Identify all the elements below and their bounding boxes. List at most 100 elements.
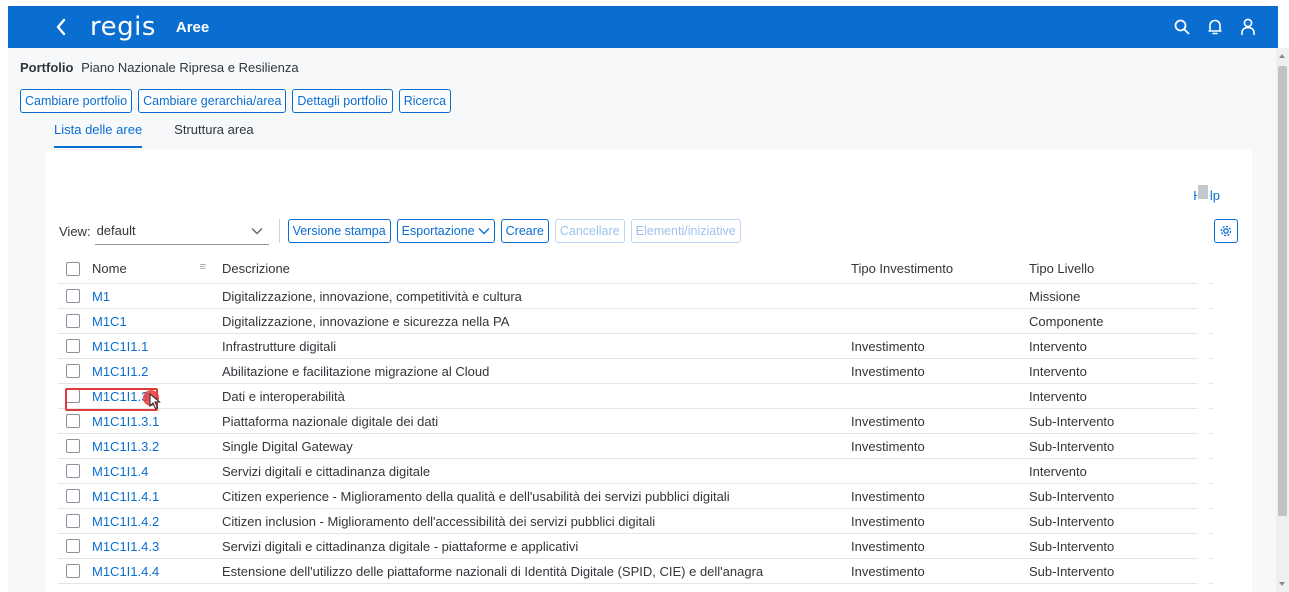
row-tipo-livello: Sub-Intervento <box>1029 538 1115 554</box>
row-checkbox[interactable] <box>66 564 80 578</box>
row-nome-link[interactable]: M1C1I1.4.2 <box>92 514 222 529</box>
areas-table: Nome ≡ Descrizione Tipo Investimento Tip… <box>58 254 1213 584</box>
chevron-down-icon <box>478 228 490 235</box>
view-select[interactable]: default <box>94 217 269 245</box>
table-row[interactable]: M1C1I1.3.2 Single Digital Gateway Investi… <box>58 434 1213 459</box>
page-scrollbar[interactable] <box>1276 48 1289 592</box>
page-title: Aree <box>175 18 210 36</box>
row-nome-link[interactable]: M1C1I1.3.2 <box>92 439 222 454</box>
export-menu-button[interactable]: Esportazione <box>396 219 495 243</box>
row-nome-link[interactable]: M1C1I1.4.4 <box>92 564 222 579</box>
row-tipo-investimento: Investimento <box>851 488 925 504</box>
create-button[interactable]: Creare <box>500 219 549 243</box>
search-button[interactable] <box>1165 6 1198 48</box>
row-nome-link[interactable]: M1C1I1.4.1 <box>92 489 222 504</box>
elements-initiatives-button[interactable]: Elementi/iniziative <box>630 219 741 243</box>
row-descrizione: Servizi digitali e cittadinanza digitale… <box>222 538 579 554</box>
column-header-nome[interactable]: Nome ≡ <box>92 261 222 276</box>
portfolio-line: Portfolio Piano Nazionale Ripresa e Resi… <box>20 60 299 75</box>
table-row[interactable]: M1C1I1.4.1 Citizen experience - Miglioram… <box>58 484 1213 509</box>
tab-area-structure[interactable]: Struttura area <box>174 122 254 148</box>
select-all-checkbox[interactable] <box>66 261 80 276</box>
bell-icon <box>1208 19 1221 35</box>
table-scrollbar-thumb[interactable] <box>1198 185 1208 199</box>
table-row[interactable]: M1C1I1.4 Servizi digitali e cittadinanza … <box>58 459 1213 484</box>
table-row[interactable]: M1C1I1.3 Dati e interoperabilità Intervent… <box>58 384 1213 409</box>
row-checkbox[interactable] <box>66 514 80 528</box>
row-descrizione: Piattaforma nazionale digitale dei dati <box>222 413 439 429</box>
row-tipo-investimento: Investimento <box>851 563 925 579</box>
change-portfolio-button[interactable]: Cambiare portfolio <box>20 89 133 113</box>
table-row[interactable]: M1C1I1.4.3 Servizi digitali e cittadinanz… <box>58 534 1213 559</box>
row-tipo-investimento: Investimento <box>851 538 925 554</box>
column-header-tipo-livello[interactable]: Tipo Livello <box>1029 261 1179 276</box>
row-nome-link[interactable]: M1C1I1.1 <box>92 339 222 354</box>
scroll-down-arrow-icon[interactable] <box>1279 582 1285 586</box>
shell-bar: regis Aree <box>8 6 1278 48</box>
row-descrizione: Digitalizzazione, innovazione, competiti… <box>222 288 522 304</box>
row-tipo-livello: Sub-Intervento <box>1029 513 1115 529</box>
row-descrizione: Estensione dell'utilizzo delle piattafor… <box>222 563 764 579</box>
notifications-button[interactable] <box>1198 6 1231 48</box>
row-nome-link[interactable]: M1C1I1.2 <box>92 364 222 379</box>
row-nome-link[interactable]: M1C1I1.4.3 <box>92 539 222 554</box>
row-nome-link[interactable]: M1 <box>92 289 222 304</box>
app-logo[interactable]: regis <box>90 12 156 42</box>
column-header-descrizione[interactable]: Descrizione <box>222 261 851 276</box>
column-header-nome-label: Nome <box>92 261 127 276</box>
view-label: View: <box>59 223 91 239</box>
row-descrizione: Citizen inclusion - Miglioramento dell'a… <box>222 513 656 529</box>
row-tipo-livello: Missione <box>1029 288 1081 304</box>
row-checkbox[interactable] <box>66 364 80 378</box>
column-menu-icon[interactable]: ≡ <box>200 261 206 276</box>
areas-card: Help View: default Versione stampa Espor… <box>46 150 1252 592</box>
portfolio-details-button[interactable]: Dettagli portfolio <box>292 89 393 113</box>
row-checkbox[interactable] <box>66 414 80 428</box>
row-tipo-investimento: Investimento <box>851 413 925 429</box>
row-tipo-investimento: Investimento <box>851 338 925 354</box>
table-settings-button[interactable] <box>1214 219 1238 243</box>
table-row[interactable]: M1C1I1.1 Infrastrutture digitali Investime… <box>58 334 1213 359</box>
row-tipo-livello: Sub-Intervento <box>1029 563 1115 579</box>
column-header-tipo-investimento[interactable]: Tipo Investimento <box>851 261 1029 276</box>
row-checkbox[interactable] <box>66 439 80 453</box>
delete-button[interactable]: Cancellare <box>554 219 625 243</box>
change-hierarchy-button[interactable]: Cambiare gerarchia/area <box>138 89 287 113</box>
row-nome-link[interactable]: M1C1 <box>92 314 222 329</box>
row-tipo-investimento: Investimento <box>851 513 925 529</box>
table-row[interactable]: M1C1I1.4.2 Citizen inclusion - Migliorame… <box>58 509 1213 534</box>
row-checkbox[interactable] <box>66 314 80 328</box>
row-nome-link[interactable]: M1C1I1.4 <box>92 464 222 479</box>
row-tipo-investimento: Investimento <box>851 438 925 454</box>
row-descrizione: Servizi digitali e cittadinanza digitale <box>222 463 431 479</box>
tab-area-list[interactable]: Lista delle aree <box>54 122 143 148</box>
row-tipo-livello: Sub-Intervento <box>1029 413 1115 429</box>
row-nome-link[interactable]: M1C1I1.3.1 <box>92 414 222 429</box>
row-checkbox[interactable] <box>66 489 80 503</box>
row-checkbox[interactable] <box>66 464 80 478</box>
print-version-button[interactable]: Versione stampa <box>287 219 391 243</box>
search-button-text[interactable]: Ricerca <box>398 89 452 113</box>
row-tipo-investimento: Investimento <box>851 363 925 379</box>
row-tipo-livello: Sub-Intervento <box>1029 438 1115 454</box>
table-toolbar: View: default Versione stampa Esportazio… <box>58 216 1238 246</box>
table-row[interactable]: M1C1I1.2 Abilitazione e facilitazione mig… <box>58 359 1213 384</box>
table-row[interactable]: M1C1 Digitalizzazione, innovazione e sicu… <box>58 309 1213 334</box>
row-descrizione: Dati e interoperabilità <box>222 388 345 404</box>
table-row[interactable]: M1C1I1.3.1 Piattaforma nazionale digitale… <box>58 409 1213 434</box>
page-scrollbar-thumb[interactable] <box>1278 66 1287 516</box>
scroll-up-arrow-icon[interactable] <box>1279 54 1285 58</box>
row-checkbox[interactable] <box>66 539 80 553</box>
user-menu-button[interactable] <box>1231 6 1264 48</box>
back-button[interactable] <box>44 6 78 48</box>
table-row[interactable]: M1C1I1.4.4 Estensione dell'utilizzo dell… <box>58 559 1213 584</box>
table-scrollbar[interactable] <box>1197 182 1209 592</box>
row-descrizione: Citizen experience - Miglioramento della… <box>222 488 730 504</box>
toolbar-separator <box>278 219 280 243</box>
row-tipo-livello: Componente <box>1029 313 1104 329</box>
mouse-cursor-icon <box>149 393 161 410</box>
row-checkbox[interactable] <box>66 289 80 303</box>
table-row[interactable]: M1 Digitalizzazione, innovazione, competi… <box>58 284 1213 309</box>
tab-bar: Lista delle aree Struttura area <box>54 122 254 148</box>
row-checkbox[interactable] <box>66 339 80 353</box>
